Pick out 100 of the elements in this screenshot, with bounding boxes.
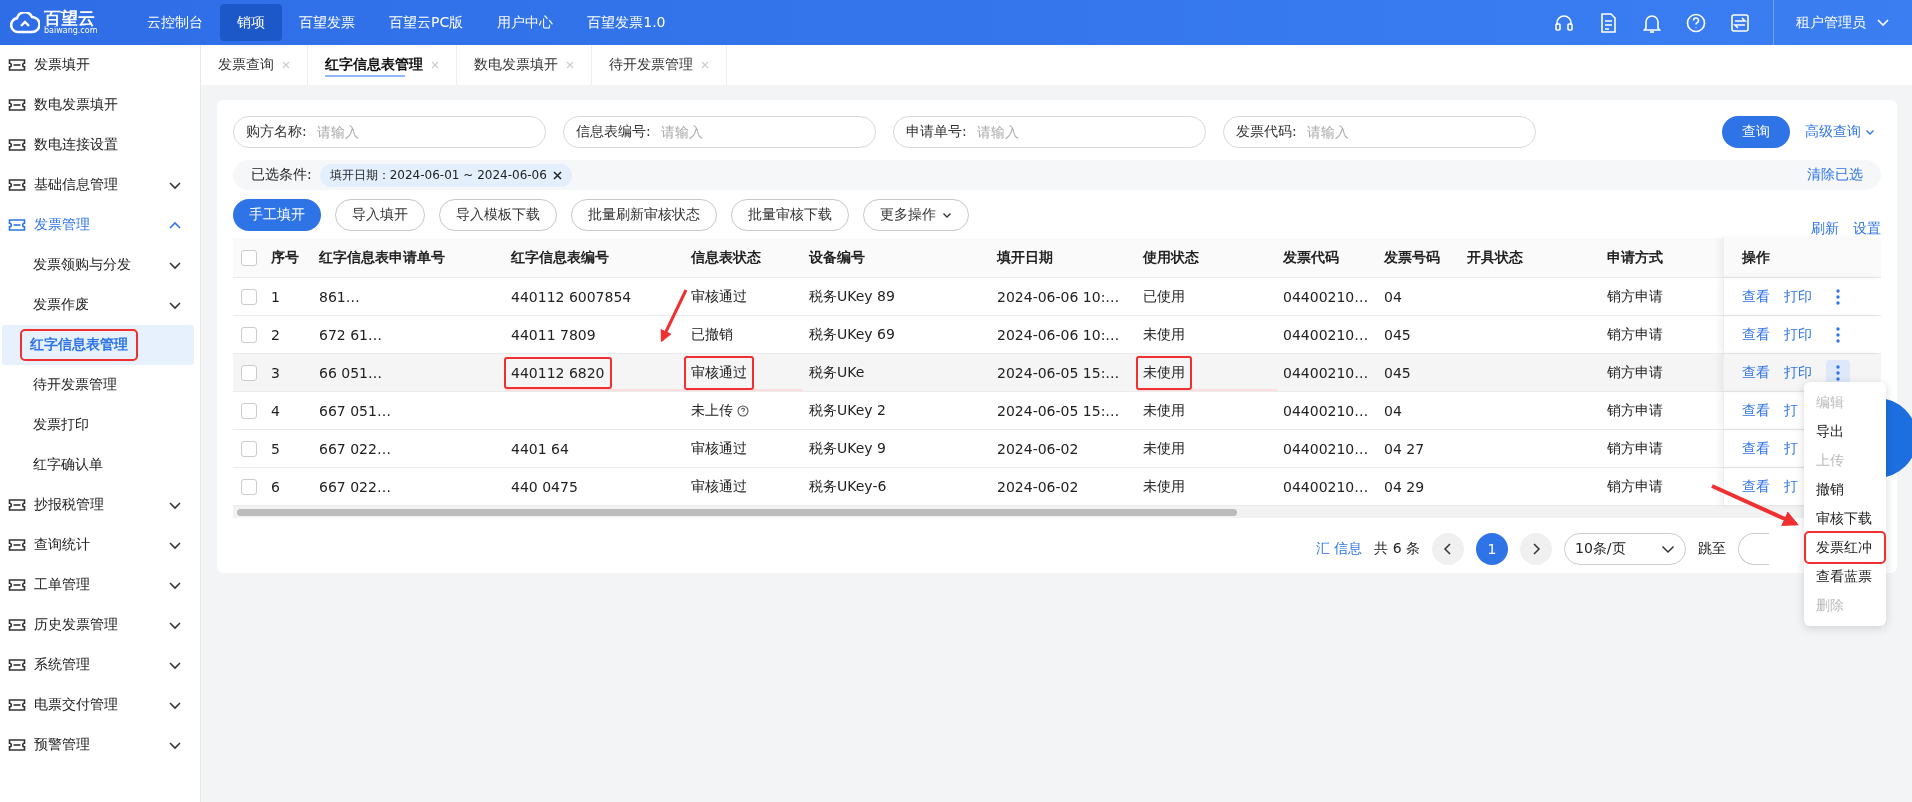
row-action-link[interactable]: 查看	[1742, 287, 1770, 306]
user-menu[interactable]: 租户管理员	[1796, 13, 1866, 32]
table-cell: 440112 6007854	[511, 288, 632, 305]
sidebar-item[interactable]: 工单管理	[0, 565, 200, 605]
checkbox[interactable]	[241, 440, 257, 457]
sidebar-subitem[interactable]: 红字确认单	[0, 445, 200, 485]
table-cell: 04400210…	[1283, 478, 1369, 495]
checkbox[interactable]	[241, 249, 257, 266]
nav-tab[interactable]: 云控制台	[130, 4, 220, 41]
sidebar-item[interactable]: 电票交付管理	[0, 685, 200, 725]
ticket-icon	[8, 177, 26, 193]
row-action-link[interactable]: 打	[1784, 439, 1798, 458]
sidebar-subitem[interactable]: 待开发票管理	[0, 365, 200, 405]
sidebar-item[interactable]: 数电发票填开	[0, 85, 200, 125]
sidebar-item[interactable]: 数电连接设置	[0, 125, 200, 165]
table-cell: 4401 64	[511, 440, 569, 457]
checkbox[interactable]	[241, 478, 257, 495]
sidebar-item[interactable]: 基础信息管理	[0, 165, 200, 205]
column-header: 填开日期	[995, 247, 1054, 267]
table-cell: 04 29	[1384, 478, 1425, 495]
page-tab[interactable]: 待开发票管理	[592, 45, 727, 85]
row-action-link[interactable]: 打印	[1784, 325, 1812, 344]
advanced-query-link[interactable]: 高级查询	[1805, 123, 1875, 141]
help-icon[interactable]	[1685, 11, 1707, 34]
row-action-link[interactable]: 查看	[1742, 325, 1770, 344]
row-action-link[interactable]: 打印	[1784, 287, 1812, 306]
table-cell: 2024-06-05 15:…	[997, 402, 1120, 419]
column-header: 发票代码	[1282, 247, 1340, 267]
table-cell: 销方申请	[1607, 401, 1663, 420]
column-header: 设备编号	[807, 247, 866, 267]
menu-item[interactable]: 发票红冲	[1806, 533, 1884, 562]
page-tab[interactable]: 数电发票填开	[457, 45, 592, 85]
action-button[interactable]: 导入模板下载	[439, 199, 557, 231]
nav-tab[interactable]: 百望云PC版	[372, 4, 481, 41]
filter-chip[interactable]: 填开日期：2024-06-01 ~ 2024-06-06	[319, 163, 572, 187]
ticket-icon	[8, 577, 26, 593]
table-cell: 045	[1384, 326, 1411, 343]
row-action-link[interactable]: 查看	[1742, 477, 1770, 496]
menu-item[interactable]: 撤销	[1806, 475, 1884, 504]
ticket-icon	[8, 617, 26, 633]
table-cell: 04400210…	[1283, 440, 1369, 457]
menu-item[interactable]: 导出	[1806, 417, 1884, 446]
table-cell: 3	[271, 364, 280, 381]
nav-tab[interactable]: 销项	[220, 4, 282, 41]
sidebar-subitem[interactable]: 红字信息表管理	[2, 325, 194, 365]
ticket-icon	[8, 737, 26, 753]
sidebar-item[interactable]: 发票管理	[0, 205, 200, 245]
sidebar-subitem[interactable]: 发票作废	[0, 285, 200, 325]
nav-tab[interactable]: 百望发票1.0	[570, 4, 683, 41]
table-tool-link[interactable]: 设置	[1853, 220, 1881, 238]
menu-item[interactable]: 查看蓝票	[1806, 562, 1884, 591]
chevron-down-icon	[1865, 127, 1875, 137]
action-button[interactable]: 手工填开	[233, 199, 321, 231]
close-icon[interactable]	[552, 170, 562, 180]
table-cell: 04	[1384, 288, 1402, 305]
checkbox[interactable]	[241, 326, 257, 343]
sidebar-subitem[interactable]: 发票打印	[0, 405, 200, 445]
table-cell: 销方申请	[1607, 287, 1663, 306]
table-cell: 6	[271, 478, 280, 495]
next-page-button[interactable]	[1520, 533, 1552, 565]
action-button[interactable]: 导入填开	[335, 199, 425, 231]
sidebar-item[interactable]: 发票填开	[0, 45, 200, 85]
ticket-icon	[8, 497, 26, 513]
menu-item[interactable]: 审核下载	[1806, 504, 1884, 533]
action-button[interactable]: 批量审核下载	[731, 199, 849, 231]
row-action-link[interactable]: 查看	[1742, 439, 1770, 458]
checkbox[interactable]	[241, 364, 257, 381]
row-action-link[interactable]: 打印	[1784, 363, 1812, 382]
clear-link[interactable]: 清除已选	[1807, 166, 1863, 184]
checkbox[interactable]	[241, 402, 257, 419]
sidebar-item[interactable]: 抄报税管理	[0, 485, 200, 525]
row-action-link[interactable]: 查看	[1742, 401, 1770, 420]
table-cell: 66 051…	[319, 364, 382, 381]
sidebar-item[interactable]: 系统管理	[0, 645, 200, 685]
table-tool-link[interactable]: 刷新	[1811, 220, 1839, 238]
annotation-arrow	[660, 289, 688, 343]
sidebar-subitem[interactable]: 发票领购与分发	[0, 245, 200, 285]
page-button[interactable]: 1	[1476, 533, 1508, 565]
help-icon[interactable]	[737, 404, 749, 417]
table-cell: 1	[271, 288, 280, 305]
nav-tab[interactable]: 用户中心	[480, 4, 571, 41]
checkbox[interactable]	[241, 288, 257, 305]
row-action-link[interactable]: 打	[1784, 477, 1798, 496]
ticket-icon	[8, 697, 26, 713]
sidebar-item[interactable]: 预警管理	[0, 725, 200, 765]
row-action-link[interactable]: 查看	[1742, 363, 1770, 382]
summary-link[interactable]: 汇 信息	[1315, 540, 1363, 558]
previous-page-button[interactable]	[1432, 533, 1464, 565]
nav-tab[interactable]: 百望发票	[282, 4, 372, 41]
table-cell: 审核通过	[684, 355, 754, 390]
row-action-link[interactable]: 打	[1784, 401, 1798, 420]
table-cell: 税务UKey 2	[809, 401, 886, 420]
action-button[interactable]: 更多操作	[863, 199, 969, 231]
swap-icon[interactable]	[1729, 11, 1751, 34]
table-cell: 04 27	[1384, 440, 1425, 457]
sidebar-item[interactable]: 查询统计	[0, 525, 200, 565]
action-button[interactable]: 批量刷新审核状态	[571, 199, 717, 231]
query-button[interactable]: 查询	[1722, 116, 1790, 148]
table-cell: 861…	[319, 288, 360, 305]
sidebar-item[interactable]: 历史发票管理	[0, 605, 200, 645]
